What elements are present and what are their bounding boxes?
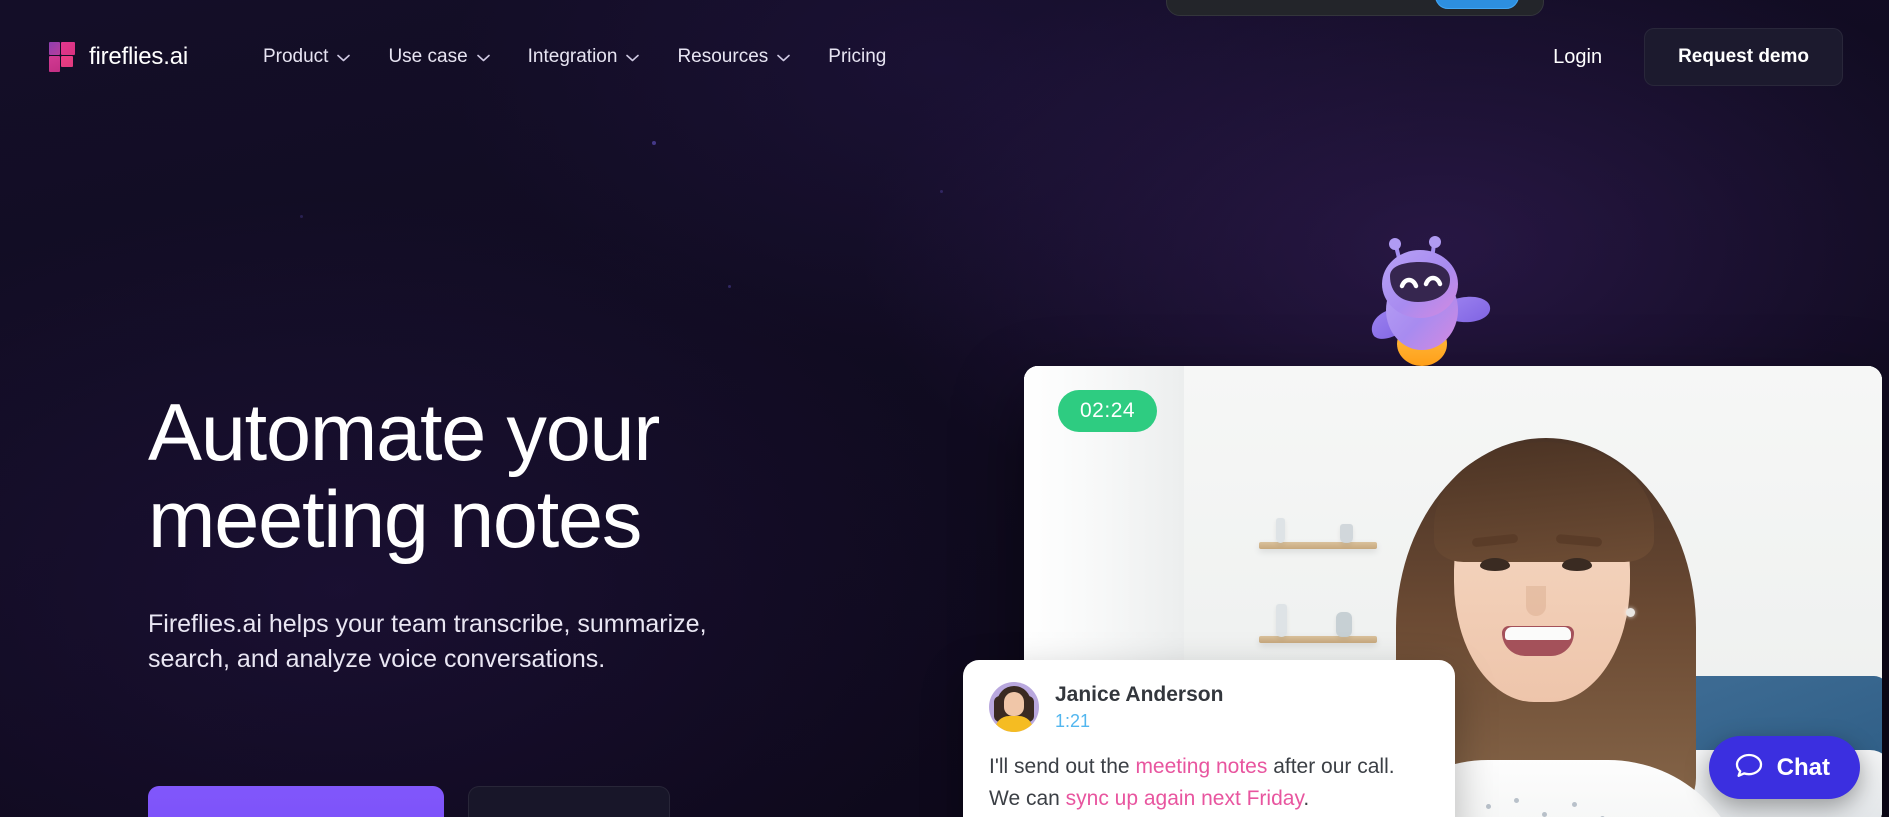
login-link[interactable]: Login [1529, 36, 1626, 79]
shelf [1259, 636, 1377, 643]
transcript-comment-card[interactable]: Janice Anderson 1:21 I'll send out the m… [963, 660, 1455, 817]
transcript-line-1: I'll send out the meeting notes after ou… [989, 751, 1429, 783]
background-sparkle [728, 285, 731, 288]
avatar [989, 682, 1039, 733]
hero-cta-group [148, 786, 670, 817]
shelf-decor [1340, 524, 1353, 543]
hero-subtitle: Fireflies.ai helps your team transcribe,… [148, 609, 707, 674]
comment-transcript-text: I'll send out the meeting notes after ou… [989, 751, 1429, 814]
comment-header: Janice Anderson 1:21 [989, 682, 1429, 733]
transcript-keyword[interactable]: sync up again next Friday [1066, 787, 1304, 810]
brand-logo-link[interactable]: fireflies.ai [46, 41, 188, 73]
chevron-down-icon [626, 54, 640, 62]
fireflies-f-logo-icon [46, 41, 76, 73]
nav-item-label: Use case [388, 46, 468, 67]
hero-section: Automate your meeting notes Fireflies.ai… [148, 388, 848, 678]
background-sparkle [652, 141, 656, 145]
chat-widget-label: Chat [1776, 753, 1830, 781]
nav-item-integration[interactable]: Integration [509, 36, 659, 78]
nav-item-use-case[interactable]: Use case [369, 36, 508, 78]
shelf [1259, 542, 1377, 549]
cookie-consent-bar[interactable] [1166, 0, 1544, 16]
header-actions: Login Request demo [1529, 28, 1843, 86]
landing-page: fireflies.ai Product Use case Integratio… [0, 0, 1889, 817]
chat-widget-button[interactable]: Chat [1708, 736, 1860, 799]
transcript-text: I'll send out the [989, 755, 1136, 779]
chevron-down-icon [777, 54, 791, 62]
main-navigation: Product Use case Integration Resources P… [244, 36, 905, 78]
request-demo-button[interactable]: Request demo [1644, 28, 1843, 86]
transcript-text: . [1303, 786, 1310, 810]
transcript-text: after our call. [1267, 755, 1395, 779]
nav-item-label: Pricing [828, 46, 887, 67]
site-header: fireflies.ai Product Use case Integratio… [0, 18, 1889, 96]
brand-name: fireflies.ai [89, 43, 188, 70]
hero-primary-cta-button[interactable] [148, 786, 444, 817]
shirt-pattern [1480, 794, 1620, 817]
background-sparkle [940, 190, 943, 193]
background-sparkle [300, 215, 303, 218]
nav-item-resources[interactable]: Resources [658, 36, 809, 78]
nav-item-label: Product [262, 46, 329, 67]
page-title: Automate your meeting notes [148, 388, 660, 566]
transcript-line-2: We can sync up again next Friday. [989, 783, 1429, 815]
nav-item-product[interactable]: Product [244, 36, 369, 78]
comment-author-name: Janice Anderson [1055, 683, 1224, 706]
shelf-decor [1336, 612, 1352, 637]
transcript-text: We can [989, 786, 1066, 810]
transcript-keyword[interactable]: meeting notes [1135, 755, 1267, 778]
hero-secondary-cta-button[interactable] [468, 786, 670, 817]
chat-bubble-icon [1735, 751, 1763, 784]
cookie-accept-button[interactable] [1435, 0, 1519, 9]
recording-timer-badge: 02:24 [1058, 390, 1158, 432]
shelf-decor [1276, 518, 1285, 543]
fireflies-robot-mascot-icon [1360, 228, 1510, 378]
comment-timestamp[interactable]: 1:21 [1055, 711, 1223, 732]
nav-item-label: Integration [527, 46, 618, 67]
chevron-down-icon [476, 54, 490, 62]
shelf-decor [1276, 604, 1287, 637]
nav-item-pricing[interactable]: Pricing [809, 36, 905, 78]
nav-item-label: Resources [677, 46, 769, 67]
chevron-down-icon [337, 54, 351, 62]
